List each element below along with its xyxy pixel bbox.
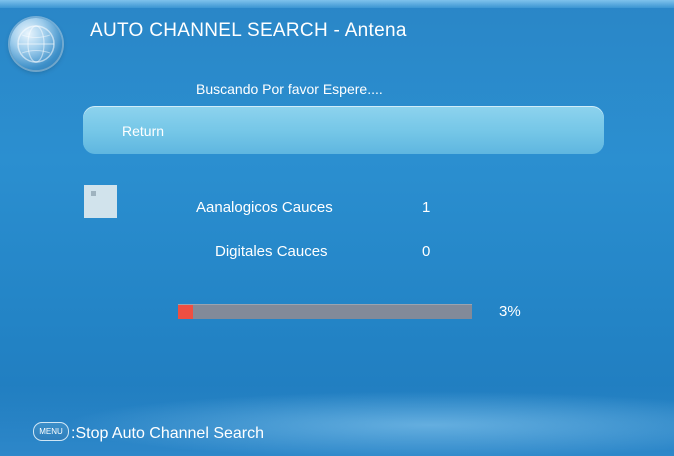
analog-channels-count: 1	[422, 199, 431, 216]
search-progress-percent: 3%	[499, 303, 521, 320]
auto-channel-search-screen: AUTO CHANNEL SEARCH - Antena Buscando Po…	[0, 0, 674, 456]
channel-preview-icon	[84, 185, 117, 218]
digital-channels-label: Digitales Cauces	[215, 243, 328, 260]
return-button-label: Return	[122, 123, 165, 139]
search-status-message: Buscando Por favor Espere....	[196, 81, 383, 97]
search-progress-fill	[178, 305, 193, 319]
return-button[interactable]: Return	[83, 106, 604, 154]
digital-channels-count: 0	[422, 243, 431, 260]
preview-dot	[91, 191, 96, 196]
bottom-wave-decoration	[0, 385, 674, 456]
search-progress-bar	[178, 304, 472, 319]
page-title: AUTO CHANNEL SEARCH - Antena	[90, 20, 407, 41]
globe-logo-icon	[10, 18, 62, 70]
stop-search-hint: :Stop Auto Channel Search	[71, 425, 265, 442]
menu-key-icon: MENU	[33, 422, 69, 441]
analog-channels-label: Aanalogicos Cauces	[196, 199, 333, 216]
top-highlight-strip	[0, 0, 674, 8]
